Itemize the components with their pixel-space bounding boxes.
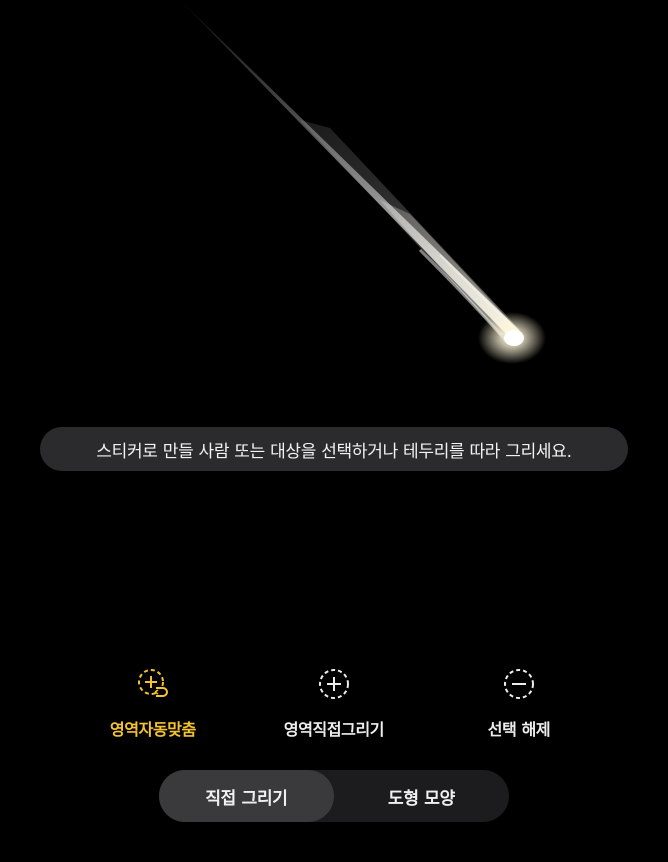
auto-fit-area-label: 영역자동맞춤 bbox=[110, 720, 196, 739]
deselect-button[interactable]: 선택 해제 bbox=[429, 662, 609, 740]
draw-area-button[interactable]: 영역직접그리기 bbox=[244, 662, 424, 740]
hint-text: 스티커로 만들 사람 또는 대상을 선택하거나 테두리를 따라 그리세요. bbox=[96, 441, 572, 462]
shooting-star bbox=[180, 0, 546, 364]
deselect-label: 선택 해제 bbox=[487, 720, 551, 739]
plus-dashed-circle-icon bbox=[312, 662, 356, 706]
mode-freehand-button[interactable]: 직접 그리기 bbox=[159, 770, 334, 822]
mode-toggle: 직접 그리기 도형 모양 bbox=[159, 770, 509, 822]
auto-fit-selection-icon bbox=[131, 662, 175, 706]
minus-dashed-circle-icon bbox=[497, 662, 541, 706]
mode-shape-button[interactable]: 도형 모양 bbox=[334, 770, 509, 822]
selection-hint: 스티커로 만들 사람 또는 대상을 선택하거나 테두리를 따라 그리세요. bbox=[40, 427, 628, 471]
draw-area-label: 영역직접그리기 bbox=[283, 720, 385, 739]
auto-fit-area-button[interactable]: 영역자동맞춤 bbox=[63, 662, 243, 740]
